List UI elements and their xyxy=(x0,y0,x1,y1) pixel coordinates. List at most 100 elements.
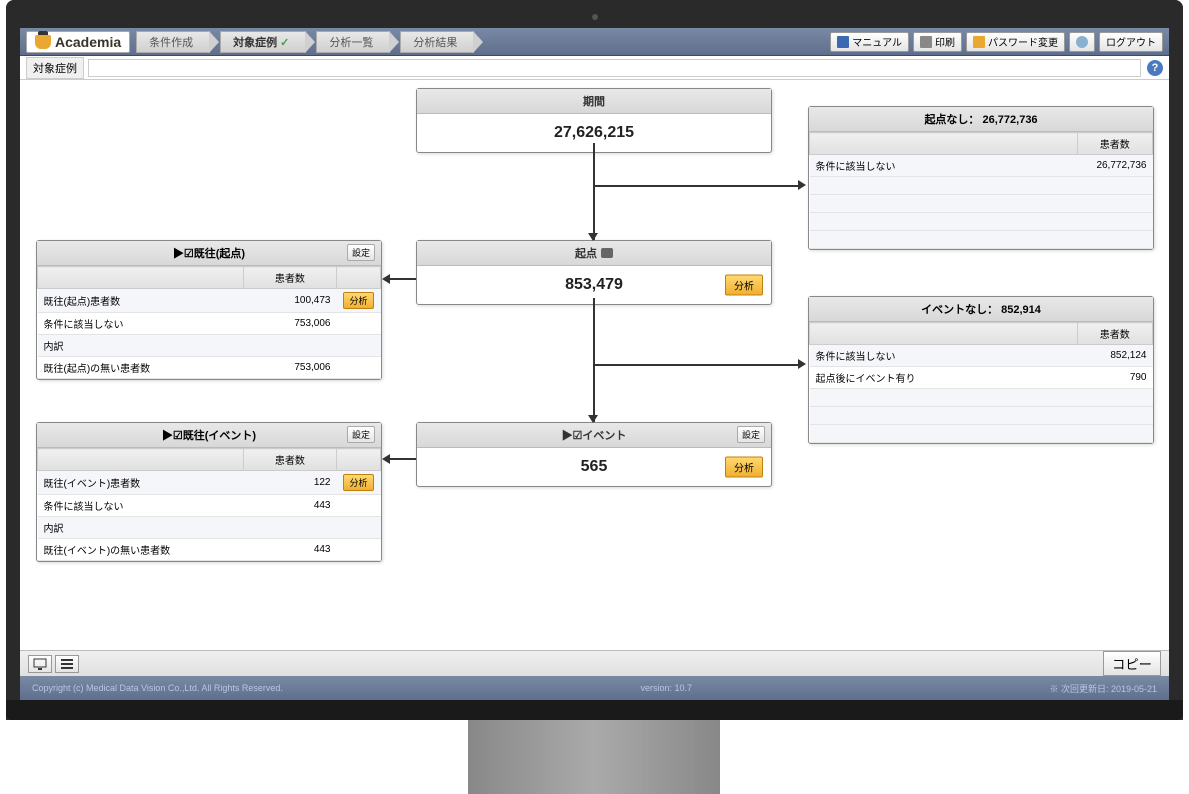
edit-button-event[interactable]: 設定 xyxy=(737,426,765,443)
breadcrumb-step-analysis-list[interactable]: 分析一覧 xyxy=(316,31,390,53)
table-row: 起点後にイベント有り790 xyxy=(810,367,1153,389)
panel-exist-event: ▶☑既往(イベント) 設定 患者数 既往(イベント)患者数122分析 条件に該当… xyxy=(36,422,382,562)
monitor-frame: Academia 条件作成 対象症例✓ 分析一覧 分析結果 マニュアル 印刷 パ… xyxy=(0,0,1189,794)
panel-exist-start-table: 患者数 既往(起点)患者数100,473分析 条件に該当しない753,006 内… xyxy=(37,266,381,379)
filter-bar: 対象症例 ? xyxy=(20,56,1169,80)
print-icon xyxy=(920,36,932,48)
print-button[interactable]: 印刷 xyxy=(913,32,962,52)
bottom-bar: コピー xyxy=(20,650,1169,676)
analyze-button-event[interactable]: 分析 xyxy=(725,457,763,478)
footer: Copyright (c) Medical Data Vision Co.,Lt… xyxy=(20,676,1169,700)
app-logo[interactable]: Academia xyxy=(26,31,130,53)
edit-button-exist-start[interactable]: 設定 xyxy=(347,244,375,261)
filter-input[interactable] xyxy=(88,59,1141,77)
breadcrumb-step-results[interactable]: 分析結果 xyxy=(400,31,474,53)
node-event-value: 565 xyxy=(425,458,763,476)
help-icon[interactable]: ? xyxy=(1147,60,1163,76)
logo-icon xyxy=(35,35,51,49)
topbar: Academia 条件作成 対象症例✓ 分析一覧 分析結果 マニュアル 印刷 パ… xyxy=(20,28,1169,56)
arrow xyxy=(594,364,800,366)
table-row: 条件に該当しない852,124 xyxy=(810,345,1153,367)
analyze-button-row[interactable]: 分析 xyxy=(343,474,373,491)
view-desktop-button[interactable] xyxy=(28,655,52,673)
panel-no-event-header: イベントなし： 852,914 xyxy=(809,297,1153,322)
table-row: 条件に該当しない443 xyxy=(38,495,381,517)
node-event-body: 565 分析 xyxy=(417,448,771,486)
monitor-bezel xyxy=(6,700,1183,720)
copy-button[interactable]: コピー xyxy=(1103,651,1161,676)
panel-no-event-table: 患者数 条件に該当しない852,124 起点後にイベント有り790 xyxy=(809,322,1153,443)
check-icon: ✓ xyxy=(280,37,289,49)
app-name: Academia xyxy=(55,34,121,50)
arrow-head-icon xyxy=(588,233,598,241)
panel-no-start-header: 起点なし： 26,772,736 xyxy=(809,107,1153,132)
analyze-button-row[interactable]: 分析 xyxy=(343,292,373,309)
logout-button[interactable]: ログアウト xyxy=(1099,32,1163,52)
breadcrumb-step-cases[interactable]: 対象症例✓ xyxy=(220,31,306,53)
breadcrumb-step-conditions[interactable]: 条件作成 xyxy=(136,31,210,53)
filter-label: 対象症例 xyxy=(26,57,84,79)
table-row xyxy=(810,195,1153,213)
analyze-button-start[interactable]: 分析 xyxy=(725,275,763,296)
table-row: 条件に該当しない753,006 xyxy=(38,313,381,335)
monitor-bezel xyxy=(6,0,20,720)
screen: Academia 条件作成 対象症例✓ 分析一覧 分析結果 マニュアル 印刷 パ… xyxy=(20,28,1169,700)
panel-exist-event-table: 患者数 既往(イベント)患者数122分析 条件に該当しない443 内訳 既往(イ… xyxy=(37,448,381,561)
view-list-button[interactable] xyxy=(55,655,79,673)
version: version: 10.7 xyxy=(640,683,692,693)
table-row: 既往(起点)患者数100,473分析 xyxy=(38,289,381,313)
copyright: Copyright (c) Medical Data Vision Co.,Lt… xyxy=(32,683,283,693)
node-period-header: 期間 xyxy=(417,89,771,114)
help-button[interactable] xyxy=(1069,32,1095,52)
table-row xyxy=(810,177,1153,195)
arrow xyxy=(593,298,595,422)
panel-exist-event-header: ▶☑既往(イベント) 設定 xyxy=(37,423,381,448)
panel-no-start: 起点なし： 26,772,736 患者数 条件に該当しない26,772,736 xyxy=(808,106,1154,250)
panel-exist-start: ▶☑既往(起点) 設定 患者数 既往(起点)患者数100,473分析 条件に該当… xyxy=(36,240,382,380)
monitor-bezel xyxy=(1169,0,1183,720)
node-start-value: 853,479 xyxy=(425,276,763,294)
table-row xyxy=(810,425,1153,443)
node-period-value: 27,626,215 xyxy=(425,124,763,142)
arrow-head-icon xyxy=(798,180,806,190)
table-row xyxy=(810,213,1153,231)
monitor-neck xyxy=(468,720,720,794)
table-row: 内訳 xyxy=(38,335,381,357)
breadcrumb: 条件作成 対象症例✓ 分析一覧 分析結果 xyxy=(136,31,484,53)
lock-icon xyxy=(973,36,985,48)
book-icon xyxy=(837,36,849,48)
update-date: ※ 次回更新日: 2019-05-21 xyxy=(1049,682,1157,695)
manual-button[interactable]: マニュアル xyxy=(830,32,909,52)
question-icon xyxy=(1076,36,1088,48)
arrow-head-icon xyxy=(382,454,390,464)
table-row xyxy=(810,389,1153,407)
table-row: 既往(起点)の無い患者数753,006 xyxy=(38,357,381,379)
table-row: 内訳 xyxy=(38,517,381,539)
arrow-head-icon xyxy=(798,359,806,369)
arrow xyxy=(594,185,800,187)
node-start: 起点 853,479 分析 xyxy=(416,240,772,305)
panel-exist-start-header: ▶☑既往(起点) 設定 xyxy=(37,241,381,266)
table-row xyxy=(810,407,1153,425)
list-icon xyxy=(60,658,74,670)
node-start-header: 起点 xyxy=(417,241,771,266)
monitor-icon xyxy=(33,658,47,670)
table-row xyxy=(810,231,1153,249)
topbar-actions: マニュアル 印刷 パスワード変更 ログアウト xyxy=(830,32,1163,52)
arrow-head-icon xyxy=(588,415,598,423)
camera-dot xyxy=(592,14,598,20)
monitor-bezel xyxy=(6,0,1183,28)
node-event: ▶☑イベント 設定 565 分析 xyxy=(416,422,772,487)
arrow xyxy=(593,143,595,240)
node-event-header: ▶☑イベント 設定 xyxy=(417,423,771,448)
edit-button-exist-event[interactable]: 設定 xyxy=(347,426,375,443)
diagram-canvas: 期間 27,626,215 起点 853,479 分析 xyxy=(20,80,1169,650)
arrow xyxy=(390,458,416,460)
panel-no-event: イベントなし： 852,914 患者数 条件に該当しない852,124 起点後に… xyxy=(808,296,1154,444)
password-button[interactable]: パスワード変更 xyxy=(966,32,1065,52)
table-row: 既往(イベント)の無い患者数443 xyxy=(38,539,381,561)
comment-icon[interactable] xyxy=(601,248,613,258)
arrow-head-icon xyxy=(382,274,390,284)
table-row: 条件に該当しない26,772,736 xyxy=(810,155,1153,177)
arrow xyxy=(390,278,416,280)
